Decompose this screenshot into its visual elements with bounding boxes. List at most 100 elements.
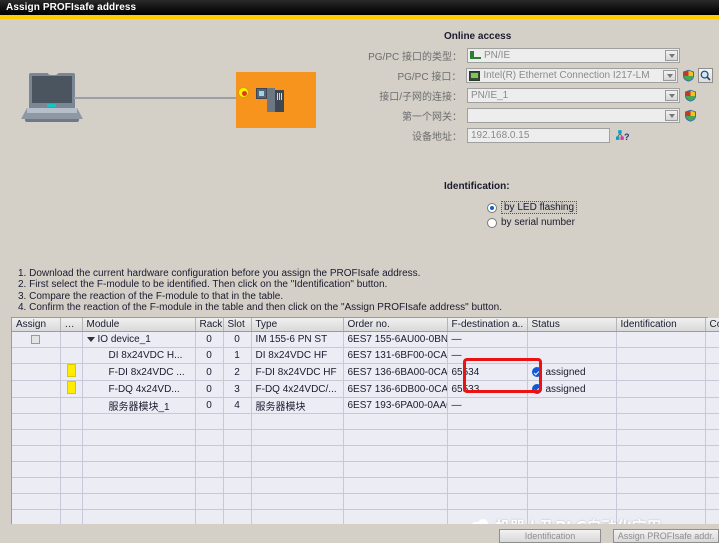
- cell-module: DI 8x24VDC H...: [82, 347, 196, 364]
- cell-order-no: 6ES7 193-6PA00-0AA0: [343, 397, 448, 414]
- cell-empty: [705, 493, 719, 510]
- cell-rack: 0: [195, 397, 224, 414]
- cell-empty: [343, 413, 448, 430]
- cell-empty: [616, 445, 706, 462]
- cell-empty: [195, 493, 224, 510]
- col-status[interactable]: Status: [527, 318, 617, 332]
- cell-empty: [82, 413, 196, 430]
- cell-empty: [527, 493, 617, 510]
- col-identification[interactable]: Identification: [616, 318, 706, 332]
- cell-flag: [60, 331, 83, 348]
- cell-empty: [195, 413, 224, 430]
- cell-empty: [195, 477, 224, 494]
- module-table[interactable]: Assign … Module Rack Slot Type Order no.…: [11, 317, 719, 542]
- radio-by-led-flashing[interactable]: [487, 202, 497, 213]
- col-f-destination-address[interactable]: F-destination a..: [447, 318, 528, 332]
- module-name: F-DQ 4x24VD...: [108, 383, 180, 395]
- status-text: assigned: [545, 366, 586, 378]
- module-name: DI 8x24VDC H...: [108, 350, 183, 361]
- cell-empty: [12, 461, 61, 478]
- chevron-down-icon[interactable]: [665, 50, 678, 61]
- device-address-input[interactable]: 192.168.0.15: [467, 128, 610, 143]
- radio-row-by-led-flashing[interactable]: by LED flashing: [487, 200, 578, 215]
- cell-confirm: [705, 331, 719, 348]
- cell-rack: 0: [195, 331, 224, 348]
- identification-button[interactable]: Identification: [499, 529, 601, 543]
- table-row[interactable]: 服务器模块_1 0 4 服务器模块 6ES7 193-6PA00-0AA0—: [12, 397, 719, 414]
- network-cable: [74, 97, 253, 99]
- module-name: F-DI 8x24VDC ...: [108, 366, 185, 378]
- cell-status: [527, 331, 617, 348]
- table-row[interactable]: F-DQ 4x24VD... 0 3 F-DQ 4x24VDC/... 6ES7 136…: [12, 380, 719, 398]
- col-confirm[interactable]: Confirm: [705, 318, 719, 332]
- cell-empty: [447, 445, 528, 462]
- status-text: assigned: [545, 383, 586, 395]
- window-title-bar: Assign PROFIsafe address: [0, 0, 719, 15]
- cell-empty: [82, 461, 196, 478]
- cell-empty: [616, 477, 706, 494]
- led-flash-indicator-icon: [238, 87, 249, 98]
- chevron-down-icon[interactable]: [665, 90, 678, 101]
- properties-shield-icon[interactable]: [684, 109, 697, 122]
- col-module[interactable]: Module: [82, 318, 196, 332]
- select-pgpc-interface[interactable]: Intel(R) Ethernet Connection I217-LM: [466, 68, 678, 83]
- col-flag[interactable]: …: [60, 318, 83, 332]
- cell-flag: [60, 347, 83, 364]
- col-type[interactable]: Type: [251, 318, 344, 332]
- radio-by-serial-number[interactable]: [487, 217, 497, 228]
- target-device-highlight[interactable]: [236, 72, 316, 128]
- table-row-empty[interactable]: [12, 493, 719, 510]
- table-row[interactable]: IO device_1 0 0 IM 155-6 PN ST 6ES7 155-6AU0…: [12, 331, 719, 348]
- col-order-no[interactable]: Order no.: [343, 318, 448, 332]
- select-first-gateway[interactable]: [467, 108, 680, 123]
- value-subnet-connection: PN/IE_1: [471, 90, 509, 101]
- properties-shield-icon[interactable]: [682, 69, 695, 82]
- table-row-empty[interactable]: [12, 461, 719, 478]
- cell-identification: [616, 397, 706, 414]
- search-nic-button[interactable]: [698, 68, 713, 83]
- table-row[interactable]: F-DI 8x24VDC ... 0 2 F-DI 8x24VDC HF 6ES7 13…: [12, 363, 719, 381]
- col-assign[interactable]: Assign: [12, 318, 61, 332]
- chevron-down-icon[interactable]: [665, 110, 678, 121]
- assigned-check-icon: [531, 383, 542, 394]
- col-rack[interactable]: Rack: [195, 318, 224, 332]
- table-row-empty[interactable]: [12, 445, 719, 462]
- table-row-empty[interactable]: [12, 477, 719, 494]
- table-row-empty[interactable]: [12, 413, 719, 430]
- cell-empty: [195, 461, 224, 478]
- select-interface-type[interactable]: PN/IE: [467, 48, 680, 63]
- browse-network-icon[interactable]: ?: [614, 128, 630, 143]
- cell-slot: 1: [223, 347, 252, 364]
- cell-empty: [527, 445, 617, 462]
- cell-empty: [527, 477, 617, 494]
- field-row-interface-type: PG/PC 接口的类型： PN/IE: [358, 47, 713, 64]
- assign-profisafe-address-button[interactable]: Assign PROFIsafe addr.: [613, 529, 719, 543]
- properties-shield-icon[interactable]: [684, 89, 697, 102]
- col-slot[interactable]: Slot: [223, 318, 252, 332]
- cell-empty: [60, 429, 83, 446]
- cell-rack: 0: [195, 347, 224, 364]
- cell-flag: [60, 363, 83, 381]
- chevron-down-icon[interactable]: [663, 70, 676, 81]
- module-name: 服务器模块_1: [108, 402, 170, 413]
- chevron-down-icon[interactable]: [86, 336, 95, 342]
- cell-empty: [447, 461, 528, 478]
- radio-row-by-serial-number[interactable]: by serial number: [487, 215, 577, 230]
- instruction-line-2: 2. First select the F-module to be ident…: [18, 279, 388, 291]
- instruction-line-1: 1. Download the current hardware configu…: [18, 268, 421, 279]
- cell-empty: [223, 493, 252, 510]
- cell-empty: [705, 413, 719, 430]
- cell-rack: 0: [195, 363, 224, 381]
- cell-status: [527, 397, 617, 414]
- cell-order-no: 6ES7 131-6BF00-0CA0: [343, 347, 448, 364]
- cell-order-no: 6ES7 136-6BA00-0CA0: [343, 363, 448, 381]
- cell-type: DI 8x24VDC HF: [251, 347, 344, 364]
- table-row-empty[interactable]: [12, 429, 719, 446]
- table-row[interactable]: DI 8x24VDC H... 0 1 DI 8x24VDC HF 6ES7 131-6…: [12, 347, 719, 364]
- select-subnet-connection[interactable]: PN/IE_1: [467, 88, 680, 103]
- cell-f-destination-address: 65533: [447, 380, 528, 398]
- field-row-first-gateway: 第一个网关：: [358, 107, 713, 124]
- cell-empty: [343, 477, 448, 494]
- dialog-body: Online access PG/PC 接口的类型： PN/IE PG/PC 接…: [0, 19, 719, 543]
- assign-checkbox[interactable]: [31, 334, 41, 344]
